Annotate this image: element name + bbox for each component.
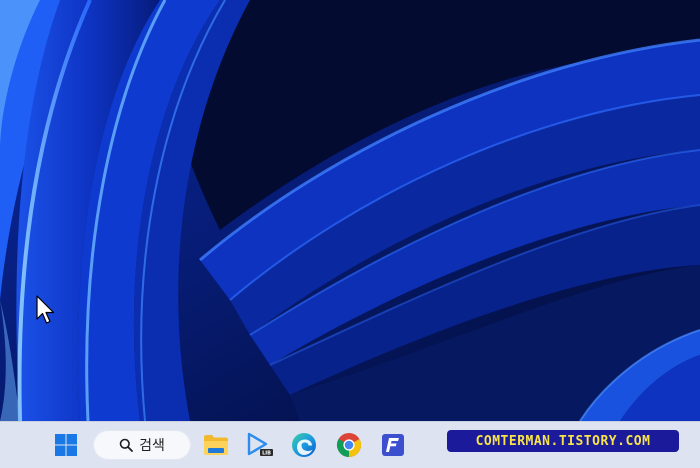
folder-icon <box>204 435 228 455</box>
taskbar-app-f[interactable] <box>377 429 409 461</box>
taskbar-app-media-player[interactable]: LIB <box>244 429 276 461</box>
start-button[interactable] <box>50 429 82 461</box>
search-label: 검색 <box>139 438 165 454</box>
f-app-icon <box>382 434 404 456</box>
search-box[interactable]: 검색 <box>93 430 191 460</box>
chrome-icon <box>336 433 362 457</box>
play-icon: LIB <box>247 432 273 457</box>
edge-icon <box>292 433 316 457</box>
desktop-wallpaper <box>0 0 700 421</box>
watermark: COMTERMAN.TISTORY.COM <box>447 430 679 452</box>
svg-text:LIB: LIB <box>262 451 271 457</box>
bloom-wallpaper <box>0 0 700 421</box>
taskbar-app-file-explorer[interactable] <box>200 429 232 461</box>
taskbar-app-chrome[interactable] <box>333 429 365 461</box>
windows-logo-icon <box>55 434 77 456</box>
taskbar-app-edge[interactable] <box>288 429 320 461</box>
mouse-cursor-icon <box>36 295 55 324</box>
search-icon <box>119 438 134 452</box>
